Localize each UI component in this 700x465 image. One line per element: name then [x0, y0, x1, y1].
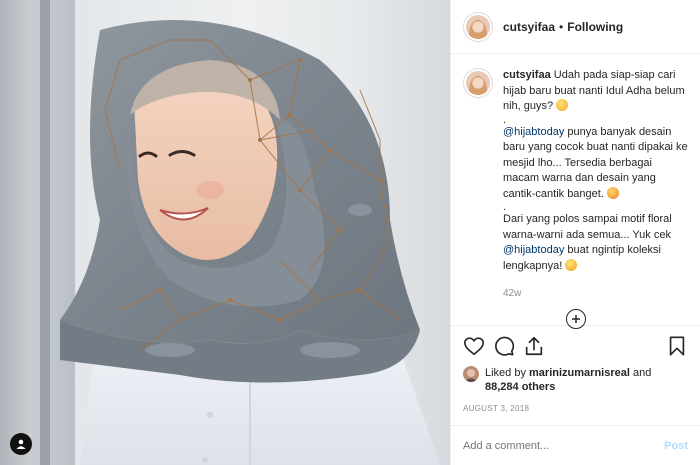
comment-icon: [495, 336, 515, 356]
tagged-user-button[interactable]: [10, 433, 32, 455]
post-header: cutsyifaa • Following: [451, 0, 700, 54]
caption-body: cutsyifaa Udah pada siap-siap cari hijab…: [503, 68, 688, 302]
action-bar: [463, 326, 688, 366]
likes-others-count[interactable]: 88,284 others: [485, 381, 555, 393]
like-button[interactable]: [463, 335, 485, 357]
instagram-post: cutsyifaa • Following cutsyifaa Udah pad…: [0, 0, 700, 465]
caption-line-3a: Dari yang polos sampai motif floral warn…: [503, 213, 672, 241]
post-date[interactable]: AUGUST 3, 2018: [463, 404, 688, 413]
mention-link[interactable]: @hijabtoday: [503, 244, 564, 256]
mention-link[interactable]: @hijabtoday: [503, 126, 564, 138]
liker-avatar[interactable]: [463, 366, 479, 382]
smile-emoji-icon: [556, 99, 569, 111]
caption-dot-1: .: [503, 113, 507, 126]
author-username[interactable]: cutsyifaa: [503, 20, 555, 34]
background-window-bar: [40, 0, 50, 465]
save-button[interactable]: [666, 335, 688, 357]
portrait-illustration: [60, 20, 440, 465]
caption-dot-2: .: [503, 201, 507, 213]
header-separator: •: [559, 19, 564, 34]
caption-time-ago[interactable]: 42w: [503, 286, 688, 302]
post-actions: Liked by marinizumarnisreal and 88,284 o…: [451, 325, 700, 425]
bookmark-icon: [669, 336, 685, 356]
share-button[interactable]: [523, 335, 545, 357]
comment-input[interactable]: [463, 439, 665, 452]
post-photo[interactable]: [0, 0, 450, 465]
caption-avatar[interactable]: [463, 68, 493, 98]
liker-username[interactable]: marinizumarnisreal: [529, 367, 630, 379]
load-more-comments-button[interactable]: [566, 309, 586, 329]
wink-emoji-icon: [565, 258, 578, 271]
likes-prefix: Liked by: [485, 367, 530, 379]
follow-status-button[interactable]: Following: [567, 20, 623, 34]
comment-button[interactable]: [493, 335, 515, 357]
person-icon: [16, 439, 26, 449]
caption-username[interactable]: cutsyifaa: [503, 69, 551, 81]
caption: cutsyifaa Udah pada siap-siap cari hijab…: [463, 68, 688, 302]
share-icon: [525, 336, 543, 356]
add-comment-bar: Post: [451, 425, 700, 465]
likes-text: Liked by marinizumarnisreal and 88,284 o…: [485, 366, 651, 394]
post-comment-button[interactable]: Post: [664, 440, 688, 452]
likes-and: and: [629, 367, 652, 379]
author-avatar[interactable]: [463, 11, 493, 42]
post-side-panel: cutsyifaa • Following cutsyifaa Udah pad…: [450, 0, 700, 465]
likes-summary: Liked by marinizumarnisreal and 88,284 o…: [463, 366, 688, 394]
plus-circle-icon: [572, 315, 580, 323]
comments-section: cutsyifaa Udah pada siap-siap cari hijab…: [451, 54, 700, 329]
blush-emoji-icon: [606, 186, 619, 199]
heart-icon: [464, 337, 484, 356]
